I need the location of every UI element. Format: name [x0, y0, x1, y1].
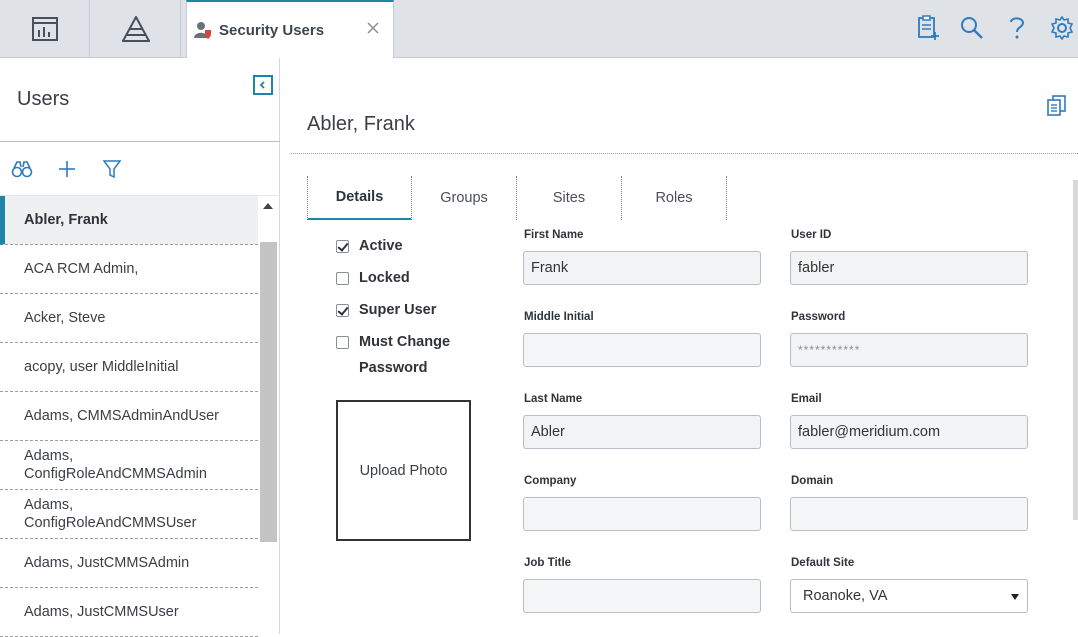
- dropdown-arrow-icon: [1011, 594, 1019, 600]
- add-report-button[interactable]: [914, 14, 942, 42]
- super-user-label: Super User: [359, 302, 437, 318]
- search-button[interactable]: [958, 14, 986, 42]
- user-id-label: User ID: [791, 229, 832, 241]
- top-bar: Security Users: [0, 0, 1078, 58]
- tab-sites[interactable]: Sites: [517, 176, 622, 220]
- domain-label: Domain: [791, 475, 834, 487]
- company-label: Company: [524, 475, 577, 487]
- add-user-button[interactable]: [55, 157, 79, 181]
- last-name-field[interactable]: Abler: [523, 415, 761, 449]
- tab-details[interactable]: Details: [307, 176, 412, 220]
- list-item[interactable]: Adams, JustCMMSUser: [0, 588, 258, 637]
- chevron-left-icon: [259, 81, 265, 89]
- list-item[interactable]: Adams, CMMSAdminAndUser: [0, 392, 258, 441]
- scroll-thumb[interactable]: [260, 242, 277, 542]
- email-label: Email: [791, 393, 822, 405]
- user-name: Adams, JustCMMSAdmin: [24, 555, 190, 571]
- tab-roles[interactable]: Roles: [622, 176, 727, 220]
- user-name: Adams, ConfigRoleAndCMMSUser: [24, 497, 197, 531]
- user-name: Abler, Frank: [24, 212, 108, 228]
- users-panel-title: Users: [17, 88, 70, 110]
- locked-label: Locked: [359, 270, 410, 286]
- last-name-label: Last Name: [524, 393, 583, 405]
- super-user-checkbox[interactable]: [336, 304, 349, 317]
- settings-button[interactable]: [1048, 14, 1076, 42]
- user-name: Adams, CMMSAdminAndUser: [24, 408, 219, 424]
- search-icon: [961, 17, 983, 39]
- list-item[interactable]: acopy, user MiddleInitial: [0, 343, 258, 392]
- list-item[interactable]: ACA RCM Admin,: [0, 245, 258, 294]
- super-user-option: Super User: [336, 302, 436, 323]
- plus-icon: [59, 161, 75, 177]
- detail-tabs: Details Groups Sites Roles: [307, 176, 727, 220]
- locked-option: Locked: [336, 270, 410, 291]
- active-option: Active: [336, 238, 403, 259]
- password-label: Password: [791, 311, 846, 323]
- add-report-icon: [918, 15, 939, 40]
- user-id-field[interactable]: fabler: [790, 251, 1028, 285]
- hierarchy-button[interactable]: [91, 0, 181, 57]
- collapse-panel-button[interactable]: [253, 75, 273, 95]
- default-site-label: Default Site: [791, 557, 855, 569]
- find-user-button[interactable]: [10, 157, 34, 181]
- first-name-field[interactable]: Frank: [523, 251, 761, 285]
- locked-checkbox[interactable]: [336, 272, 349, 285]
- user-name: Adams, JustCMMSUser: [24, 604, 179, 620]
- settings-icon: [1050, 16, 1074, 40]
- company-field[interactable]: [523, 497, 761, 531]
- filter-button[interactable]: [100, 157, 124, 181]
- job-title-field[interactable]: [523, 579, 761, 613]
- user-name: Adams, ConfigRoleAndCMMSAdmin: [24, 448, 207, 482]
- first-name-label: First Name: [524, 229, 584, 241]
- domain-field[interactable]: [790, 497, 1028, 531]
- user-detail-title: Abler, Frank: [307, 113, 415, 135]
- list-item[interactable]: Adams, JustCMMSAdmin: [0, 539, 258, 588]
- must-change-password-label: Must Change Password: [359, 334, 451, 376]
- binoculars-icon: [11, 161, 33, 178]
- panel-divider: [0, 141, 280, 142]
- active-checkbox[interactable]: [336, 240, 349, 253]
- email-field[interactable]: fabler@meridium.com: [790, 415, 1028, 449]
- middle-initial-field[interactable]: [523, 333, 761, 367]
- dashboard-button[interactable]: [0, 0, 90, 57]
- must-change-password-option: Must Change Password: [336, 334, 469, 381]
- user-name: ACA RCM Admin,: [24, 261, 139, 277]
- tab-title: Security Users: [219, 21, 325, 39]
- hierarchy-icon: [121, 15, 150, 42]
- main-scrollbar[interactable]: [1073, 180, 1078, 520]
- list-item[interactable]: Acker, Steve: [0, 294, 258, 343]
- close-icon[interactable]: [365, 20, 381, 36]
- security-user-icon: [194, 22, 211, 39]
- default-site-select[interactable]: Roanoke, VA: [790, 579, 1028, 613]
- title-divider: [291, 153, 1078, 154]
- help-button[interactable]: [1003, 14, 1031, 42]
- list-item[interactable]: Adams, ConfigRoleAndCMMSUser: [0, 490, 258, 539]
- active-label: Active: [359, 238, 403, 254]
- list-item[interactable]: Abler, Frank: [0, 196, 258, 245]
- user-name: acopy, user MiddleInitial: [24, 359, 179, 375]
- copy-icon[interactable]: [1046, 94, 1068, 116]
- default-site-value: Roanoke, VA: [803, 588, 888, 604]
- help-icon: [1010, 17, 1025, 39]
- scroll-up-icon[interactable]: [263, 203, 273, 209]
- user-list: Abler, Frank ACA RCM Admin, Acker, Steve…: [0, 196, 258, 637]
- upload-photo-button[interactable]: Upload Photo: [336, 400, 471, 541]
- tab-security-users[interactable]: Security Users: [186, 0, 394, 58]
- job-title-label: Job Title: [524, 557, 572, 569]
- password-mask: ***********: [798, 343, 861, 357]
- filter-icon: [103, 160, 121, 178]
- list-item[interactable]: Adams, ConfigRoleAndCMMSAdmin: [0, 441, 258, 490]
- must-change-password-checkbox[interactable]: [336, 336, 349, 349]
- dashboard-icon: [31, 16, 58, 41]
- user-name: Acker, Steve: [24, 310, 106, 326]
- tab-groups[interactable]: Groups: [412, 176, 517, 220]
- password-field[interactable]: ***********: [790, 333, 1028, 367]
- middle-initial-label: Middle Initial: [524, 311, 594, 323]
